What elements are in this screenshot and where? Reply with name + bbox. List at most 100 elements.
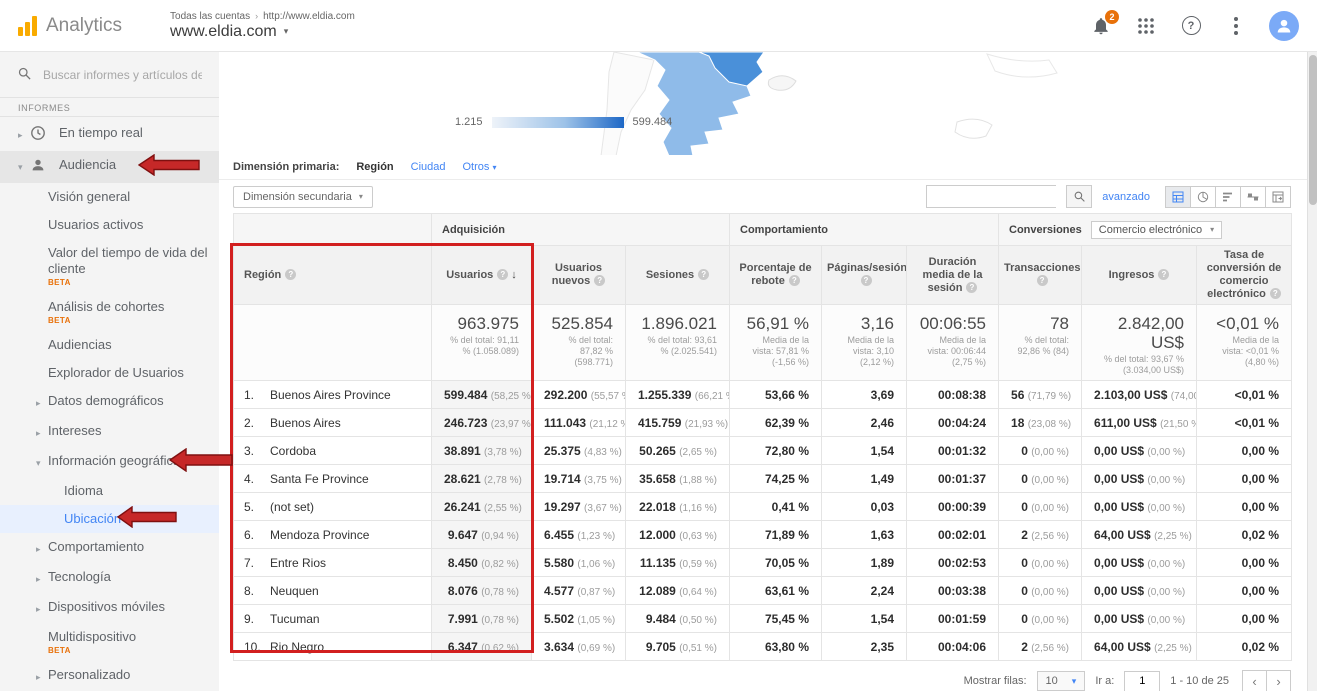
- sidebar-item-en-tiempo-real[interactable]: ▸ En tiempo real: [0, 119, 219, 151]
- account-selector[interactable]: www.eldia.com ▾: [170, 23, 355, 41]
- cell-duracion: 00:02:53: [907, 549, 999, 577]
- cell-usuarios-nuevos: 6.455 (1,23 %): [532, 521, 626, 549]
- help-icon[interactable]: ?: [861, 275, 872, 286]
- percentage-view-icon[interactable]: [1190, 186, 1216, 208]
- analytics-logo-icon[interactable]: [18, 16, 37, 36]
- vertical-scrollbar[interactable]: [1307, 52, 1317, 691]
- col-header-rebote[interactable]: Porcentaje de rebote?: [730, 246, 822, 305]
- conversion-type-selector[interactable]: Comercio electrónico ▾: [1091, 221, 1222, 239]
- col-header-tasa-conversion[interactable]: Tasa de conversión de comercio electróni…: [1197, 246, 1292, 305]
- col-header-duracion[interactable]: Duración media de la sesión?: [907, 246, 999, 305]
- help-icon[interactable]: ?: [1158, 269, 1169, 280]
- help-icon[interactable]: ?: [1179, 14, 1203, 38]
- region-name[interactable]: Entre Rios: [270, 556, 326, 570]
- help-icon[interactable]: ?: [698, 269, 709, 280]
- region-name[interactable]: Rio Negro: [270, 640, 324, 654]
- sidebar-item-usuarios-activos[interactable]: Usuarios activos: [0, 211, 219, 239]
- reports-section-label: INFORMES: [0, 98, 219, 117]
- rows-per-page-select[interactable]: 10 ▾: [1037, 671, 1086, 691]
- top-bar: Analytics Todas las cuentas › http://www…: [0, 0, 1317, 52]
- comparison-view-icon[interactable]: [1240, 186, 1266, 208]
- expand-right-icon[interactable]: ▸: [36, 669, 48, 685]
- expand-down-icon[interactable]: ▾: [36, 455, 48, 471]
- performance-view-icon[interactable]: [1215, 186, 1241, 208]
- sidebar-item-vision-general[interactable]: Visión general: [0, 183, 219, 211]
- col-header-usuarios[interactable]: Usuarios?↓: [432, 246, 532, 305]
- expand-right-icon[interactable]: ▸: [36, 395, 48, 411]
- geo-map[interactable]: 1.215 599.484: [219, 52, 1317, 155]
- secondary-dimension-button[interactable]: Dimensión secundaria ▾: [233, 186, 373, 208]
- col-header-paginas-sesion[interactable]: Páginas/sesión?: [822, 246, 907, 305]
- sidebar-item-datos-demograficos[interactable]: ▸ Datos demográficos: [0, 387, 219, 417]
- sidebar-item-ubicacion[interactable]: Ubicación: [0, 505, 219, 533]
- col-header-sesiones[interactable]: Sesiones?: [626, 246, 730, 305]
- apps-grid-icon[interactable]: [1134, 14, 1158, 38]
- sidebar-item-explorador-usuarios[interactable]: Explorador de Usuarios: [0, 359, 219, 387]
- expand-right-icon[interactable]: ▸: [36, 601, 48, 617]
- region-name[interactable]: Santa Fe Province: [270, 472, 369, 486]
- expand-right-icon[interactable]: ▸: [36, 541, 48, 557]
- dimension-region[interactable]: Región: [356, 161, 393, 173]
- col-header-usuarios-nuevos[interactable]: Usuarios nuevos?: [532, 246, 626, 305]
- more-menu-icon[interactable]: [1224, 14, 1248, 38]
- cell-region: 9.Tucuman: [234, 605, 432, 633]
- sidebar-item-multidispositivo[interactable]: MultidispositivoBETA: [0, 623, 219, 661]
- expand-right-icon[interactable]: ▸: [18, 127, 30, 143]
- sidebar-item-intereses[interactable]: ▸ Intereses: [0, 417, 219, 447]
- sidebar-item-informacion-geografica[interactable]: ▾ Información geográfica: [0, 447, 219, 477]
- breadcrumb-property[interactable]: http://www.eldia.com: [263, 11, 355, 22]
- sidebar-item-audiencia[interactable]: ▾ Audiencia: [0, 151, 219, 183]
- sidebar-item-comportamiento[interactable]: ▸ Comportamiento: [0, 533, 219, 563]
- table-view-icon[interactable]: [1165, 186, 1191, 208]
- help-icon[interactable]: ?: [285, 269, 296, 280]
- breadcrumb[interactable]: Todas las cuentas › http://www.eldia.com: [170, 11, 355, 22]
- table-search-button[interactable]: [1066, 185, 1092, 208]
- help-icon[interactable]: ?: [966, 282, 977, 293]
- scrollbar-thumb[interactable]: [1309, 55, 1317, 205]
- annotation-arrow-audiencia: [138, 154, 200, 180]
- help-icon[interactable]: ?: [1037, 275, 1048, 286]
- search-input[interactable]: [43, 68, 202, 82]
- sidebar-item-audiencias[interactable]: Audiencias: [0, 331, 219, 359]
- col-header-region[interactable]: Región?: [234, 246, 432, 305]
- goto-page-input[interactable]: [1124, 671, 1160, 691]
- dimension-otros[interactable]: Otros ▾: [463, 161, 497, 173]
- col-header-transacciones[interactable]: Transacciones?: [999, 246, 1082, 305]
- region-name[interactable]: Buenos Aires Province: [270, 388, 391, 402]
- sidebar-item-analisis-cohortes[interactable]: Análisis de cohortesBETA: [0, 293, 219, 331]
- prev-page-button[interactable]: ‹: [1242, 670, 1267, 691]
- avatar[interactable]: [1269, 11, 1299, 41]
- help-icon[interactable]: ?: [789, 275, 800, 286]
- cell-duracion: 00:04:06: [907, 633, 999, 661]
- col-header-ingresos[interactable]: Ingresos?: [1082, 246, 1197, 305]
- region-name[interactable]: Cordoba: [270, 444, 316, 458]
- sidebar-search[interactable]: [0, 52, 219, 98]
- breadcrumb-root[interactable]: Todas las cuentas: [170, 11, 250, 22]
- cell-rebote: 53,66 %: [730, 381, 822, 409]
- expand-right-icon[interactable]: ▸: [36, 425, 48, 441]
- region-name[interactable]: Mendoza Province: [270, 528, 369, 542]
- dimension-ciudad[interactable]: Ciudad: [411, 161, 446, 173]
- expand-down-icon[interactable]: ▾: [18, 159, 30, 175]
- advanced-link[interactable]: avanzado: [1102, 191, 1150, 203]
- help-icon[interactable]: ?: [1270, 288, 1281, 299]
- pivot-view-icon[interactable]: [1265, 186, 1291, 208]
- region-name[interactable]: Neuquen: [270, 584, 319, 598]
- region-name[interactable]: Buenos Aires: [270, 416, 341, 430]
- sidebar-item-dispositivos-moviles[interactable]: ▸ Dispositivos móviles: [0, 593, 219, 623]
- sidebar-item-idioma[interactable]: Idioma: [0, 477, 219, 505]
- cell-usuarios-nuevos: 19.297 (3,67 %): [532, 493, 626, 521]
- sidebar-item-tecnologia[interactable]: ▸ Tecnología: [0, 563, 219, 593]
- cell-region: 2.Buenos Aires: [234, 409, 432, 437]
- notifications-bell-icon[interactable]: 2: [1089, 14, 1113, 38]
- sidebar-item-personalizado[interactable]: ▸ Personalizado: [0, 661, 219, 691]
- table-search-input[interactable]: [926, 185, 1056, 208]
- region-name[interactable]: (not set): [270, 500, 314, 514]
- sidebar-item-valor-tiempo-vida[interactable]: Valor del tiempo de vida del clienteBETA: [0, 239, 219, 293]
- help-icon[interactable]: ?: [594, 275, 605, 286]
- next-page-button[interactable]: ›: [1266, 670, 1291, 691]
- help-icon[interactable]: ?: [497, 269, 508, 280]
- expand-right-icon[interactable]: ▸: [36, 571, 48, 587]
- cell-ingresos: 611,00 US$ (21,50 %): [1082, 409, 1197, 437]
- region-name[interactable]: Tucuman: [270, 612, 320, 626]
